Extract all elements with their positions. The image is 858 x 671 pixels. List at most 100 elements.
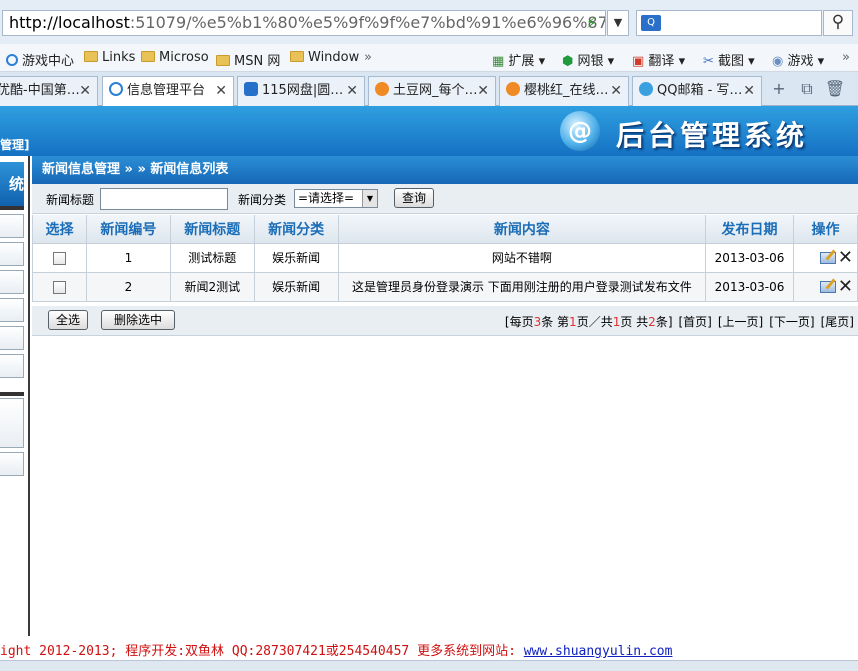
first-page-link[interactable]: [首页] <box>679 315 712 329</box>
folder-icon <box>141 51 155 62</box>
chevron-down-icon: ▼ <box>362 190 377 207</box>
row-checkbox[interactable] <box>52 280 66 294</box>
sidebar-item[interactable] <box>0 214 24 238</box>
news-content: 这是管理员身份登录演示 下面用刚注册的用户登录测试发布文件 <box>337 271 707 302</box>
new-tab-icon[interactable]: + <box>768 78 790 102</box>
website-link[interactable]: www.shuangyulin.com <box>524 644 673 659</box>
sidebar-item[interactable] <box>0 270 24 294</box>
site-115-icon <box>244 82 258 96</box>
tab-label: 樱桃红_在线… <box>524 83 609 98</box>
trash-icon[interactable]: 🗑 <box>824 78 846 102</box>
column-header: 新闻编号 <box>85 215 171 244</box>
tab-label: 优酷-中国第… <box>0 83 80 98</box>
delete-selected-button[interactable]: 删除选中 <box>101 310 175 330</box>
toolbar-screenshot-button[interactable]: ✂ 截图 ▾ <box>703 50 755 69</box>
favorite-folder[interactable]: Links <box>84 50 135 65</box>
page: 管理] @ 后台管理系统 统 新闻信息管理 » » 新闻信息列表 新闻标题 新闻… <box>0 106 858 671</box>
more-tools-chevron-icon[interactable]: » <box>842 50 850 65</box>
tudou-icon <box>506 82 520 96</box>
favorite-folder[interactable]: Window <box>290 50 359 65</box>
duplicate-tab-icon[interactable]: ⧉ <box>796 78 818 102</box>
last-page-link[interactable]: [尾页] <box>821 315 854 329</box>
row-select-cell <box>32 271 87 302</box>
close-icon[interactable]: ✕ <box>610 77 622 105</box>
toolbar-translate-button[interactable]: ▣ 翻译 ▾ <box>632 50 685 69</box>
search-engine-icon[interactable]: Q <box>641 15 661 31</box>
favorite-item[interactable]: 游戏中心 <box>6 50 74 69</box>
header-banner: 管理] @ 后台管理系统 <box>0 106 858 156</box>
sidebar-item[interactable] <box>0 354 24 378</box>
prev-page-link[interactable]: [上一页] <box>718 315 763 329</box>
translate-icon: ▣ <box>632 54 649 69</box>
query-button[interactable]: 查询 <box>394 188 434 208</box>
close-icon[interactable]: ✕ <box>743 77 755 105</box>
row-select-cell <box>32 242 87 273</box>
table-row: 1 测试标题 娱乐新闻 网站不错啊 2013-03-06 ✕ <box>32 242 858 273</box>
tab-cherry[interactable]: 樱桃红_在线… ✕ <box>499 76 629 106</box>
status-bar <box>0 660 858 671</box>
folder-icon <box>84 51 98 62</box>
row-actions: ✕ <box>793 242 858 273</box>
address-dropdown-button[interactable]: ▼ <box>607 10 629 36</box>
tab-tudou[interactable]: 土豆网_每个… ✕ <box>368 76 496 106</box>
ie-icon <box>6 54 18 66</box>
news-category: 娱乐新闻 <box>253 242 339 273</box>
column-header: 发布日期 <box>705 215 795 244</box>
news-title-input[interactable] <box>100 188 228 210</box>
tab-label: 115网盘|圆… <box>262 83 344 98</box>
at-logo-icon: @ <box>560 111 600 151</box>
row-actions: ✕ <box>793 271 858 302</box>
system-title: 后台管理系统 <box>616 119 809 152</box>
sidebar: 统 <box>0 156 30 636</box>
address-bar-row: http://localhost:51079/%e5%b1%80%e5%9f%9… <box>0 0 858 44</box>
sidebar-divider <box>0 206 24 210</box>
favorite-folder[interactable]: MSN 网 <box>216 50 280 69</box>
search-icon[interactable]: ⚲ <box>823 10 853 36</box>
compat-mode-icon[interactable]: ⚡ <box>586 14 597 32</box>
table-row: 2 新闻2测试 娱乐新闻 这是管理员身份登录演示 下面用刚注册的用户登录测试发布… <box>32 271 858 302</box>
close-icon[interactable]: ✕ <box>79 77 91 105</box>
news-id: 1 <box>85 242 171 273</box>
toolbar-games-button[interactable]: ◉ 游戏 ▾ <box>772 50 824 69</box>
close-icon[interactable]: ✕ <box>477 77 489 105</box>
tab-115[interactable]: 115网盘|圆… ✕ <box>237 76 365 106</box>
sidebar-item[interactable] <box>0 326 24 350</box>
news-title: 新闻2测试 <box>169 271 255 302</box>
extensions-icon: ▦ <box>492 54 509 69</box>
close-icon[interactable]: ✕ <box>346 77 358 105</box>
toolbar-extensions-button[interactable]: ▦ 扩展 ▾ <box>492 50 545 69</box>
sidebar-item[interactable] <box>0 398 24 448</box>
news-table: 选择 新闻编号 新闻标题 新闻分类 新闻内容 发布日期 操作 1 测试标题 娱乐… <box>32 215 858 302</box>
search-input[interactable]: Q <box>636 10 822 36</box>
shield-icon: ⬢ <box>562 54 578 69</box>
close-icon[interactable]: ✕ <box>215 77 227 105</box>
news-category-select[interactable]: =请选择= ▼ <box>294 189 378 208</box>
edit-icon[interactable] <box>819 281 836 293</box>
tab-info-platform[interactable]: 信息管理平台 ✕ <box>102 76 234 107</box>
sidebar-item[interactable] <box>0 298 24 322</box>
column-header: 新闻内容 <box>337 215 707 244</box>
select-all-button[interactable]: 全选 <box>48 310 88 330</box>
delete-icon[interactable]: ✕ <box>838 247 853 268</box>
column-header: 新闻分类 <box>253 215 339 244</box>
more-favorites-chevron-icon[interactable]: » <box>364 50 372 65</box>
edit-icon[interactable] <box>819 252 836 264</box>
tab-youku[interactable]: 优酷-中国第… ✕ <box>0 76 98 106</box>
delete-icon[interactable]: ✕ <box>838 276 853 297</box>
gamepad-icon: ◉ <box>772 54 788 69</box>
news-content: 网站不错啊 <box>337 242 707 273</box>
tab-label: QQ邮箱 - 写… <box>657 83 743 98</box>
sidebar-header: 统 <box>0 162 24 206</box>
news-date: 2013-03-06 <box>705 271 795 302</box>
pager-bar: 全选 删除选中 [每页3条 第1页／共1页 共2条] [首页] [上一页] [下一页]… <box>32 306 858 336</box>
sidebar-item[interactable] <box>0 242 24 266</box>
tab-label: 信息管理平台 <box>127 83 206 98</box>
next-page-link[interactable]: [下一页] <box>769 315 814 329</box>
sidebar-item[interactable] <box>0 452 24 476</box>
tab-qqmail[interactable]: QQ邮箱 - 写… ✕ <box>632 76 762 106</box>
address-input[interactable]: http://localhost:51079/%e5%b1%80%e5%9f%9… <box>2 10 606 36</box>
row-checkbox[interactable] <box>52 251 66 265</box>
toolbar-bank-button[interactable]: ⬢ 网银 ▾ <box>562 50 614 69</box>
favorite-folder[interactable]: Microso <box>141 50 209 65</box>
news-date: 2013-03-06 <box>705 242 795 273</box>
